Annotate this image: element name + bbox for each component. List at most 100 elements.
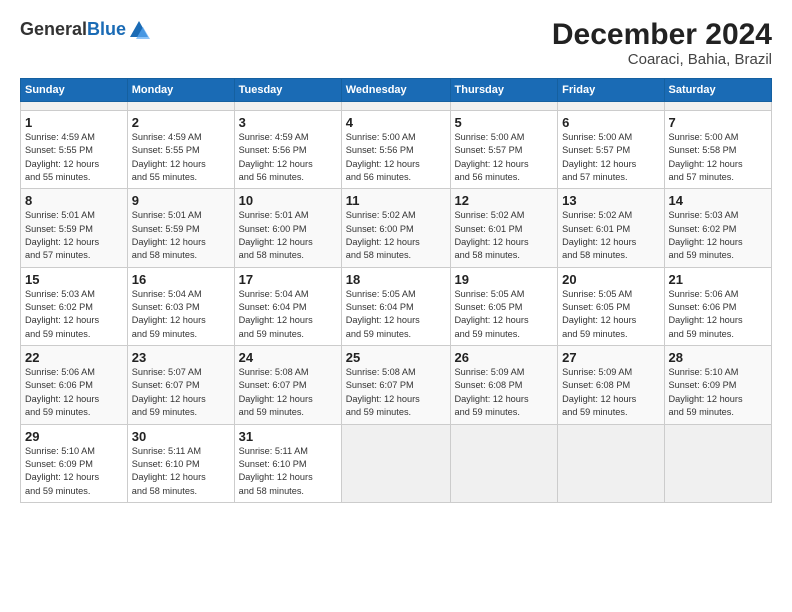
- calendar-week-1: 1 Sunrise: 4:59 AM Sunset: 5:55 PM Daylig…: [21, 111, 772, 189]
- day-number: 17: [239, 272, 337, 287]
- day-info: Sunrise: 5:03 AM Sunset: 6:02 PM Dayligh…: [25, 288, 123, 341]
- table-row: 30Sunrise: 5:11 AM Sunset: 6:10 PM Dayli…: [127, 424, 234, 502]
- day-info: Sunrise: 5:06 AM Sunset: 6:06 PM Dayligh…: [669, 288, 768, 341]
- day-info: Sunrise: 5:10 AM Sunset: 6:09 PM Dayligh…: [669, 366, 768, 419]
- table-row: 24Sunrise: 5:08 AM Sunset: 6:07 PM Dayli…: [234, 346, 341, 424]
- calendar-header-tuesday: Tuesday: [234, 79, 341, 102]
- day-info: Sunrise: 5:00 AM Sunset: 5:58 PM Dayligh…: [669, 131, 768, 184]
- logo-general: GeneralBlue: [20, 18, 126, 41]
- day-number: 21: [669, 272, 768, 287]
- day-number: 31: [239, 429, 337, 444]
- calendar-header-friday: Friday: [558, 79, 664, 102]
- day-number: 11: [346, 193, 446, 208]
- calendar-header-wednesday: Wednesday: [341, 79, 450, 102]
- day-number: 10: [239, 193, 337, 208]
- table-row: [558, 102, 664, 111]
- table-row: 22Sunrise: 5:06 AM Sunset: 6:06 PM Dayli…: [21, 346, 128, 424]
- day-info: Sunrise: 5:01 AM Sunset: 6:00 PM Dayligh…: [239, 209, 337, 262]
- day-number: 2: [132, 115, 230, 130]
- table-row: 18Sunrise: 5:05 AM Sunset: 6:04 PM Dayli…: [341, 267, 450, 345]
- table-row: 4Sunrise: 5:00 AM Sunset: 5:56 PM Daylig…: [341, 111, 450, 189]
- day-number: 23: [132, 350, 230, 365]
- day-info: Sunrise: 5:00 AM Sunset: 5:57 PM Dayligh…: [455, 131, 554, 184]
- day-info: Sunrise: 5:09 AM Sunset: 6:08 PM Dayligh…: [562, 366, 659, 419]
- day-number: 19: [455, 272, 554, 287]
- day-number: 14: [669, 193, 768, 208]
- day-number: 24: [239, 350, 337, 365]
- table-row: 31Sunrise: 5:11 AM Sunset: 6:10 PM Dayli…: [234, 424, 341, 502]
- day-info: Sunrise: 5:07 AM Sunset: 6:07 PM Dayligh…: [132, 366, 230, 419]
- table-row: 11Sunrise: 5:02 AM Sunset: 6:00 PM Dayli…: [341, 189, 450, 267]
- day-number: 8: [25, 193, 123, 208]
- table-row: 7Sunrise: 5:00 AM Sunset: 5:58 PM Daylig…: [664, 111, 772, 189]
- day-number: 30: [132, 429, 230, 444]
- day-number: 7: [669, 115, 768, 130]
- day-number: 26: [455, 350, 554, 365]
- day-number: 29: [25, 429, 123, 444]
- day-number: 6: [562, 115, 659, 130]
- calendar-table: SundayMondayTuesdayWednesdayThursdayFrid…: [20, 78, 772, 503]
- day-number: 4: [346, 115, 446, 130]
- day-info: Sunrise: 5:01 AM Sunset: 5:59 PM Dayligh…: [25, 209, 123, 262]
- day-number: 27: [562, 350, 659, 365]
- table-row: 14Sunrise: 5:03 AM Sunset: 6:02 PM Dayli…: [664, 189, 772, 267]
- table-row: 17Sunrise: 5:04 AM Sunset: 6:04 PM Dayli…: [234, 267, 341, 345]
- table-row: 29Sunrise: 5:10 AM Sunset: 6:09 PM Dayli…: [21, 424, 128, 502]
- calendar-header-monday: Monday: [127, 79, 234, 102]
- table-row: [450, 424, 558, 502]
- day-number: 22: [25, 350, 123, 365]
- day-number: 16: [132, 272, 230, 287]
- day-number: 13: [562, 193, 659, 208]
- day-info: Sunrise: 5:04 AM Sunset: 6:03 PM Dayligh…: [132, 288, 230, 341]
- day-info: Sunrise: 5:08 AM Sunset: 6:07 PM Dayligh…: [346, 366, 446, 419]
- calendar-header-row: SundayMondayTuesdayWednesdayThursdayFrid…: [21, 79, 772, 102]
- day-info: Sunrise: 5:00 AM Sunset: 5:57 PM Dayligh…: [562, 131, 659, 184]
- table-row: 12Sunrise: 5:02 AM Sunset: 6:01 PM Dayli…: [450, 189, 558, 267]
- day-info: Sunrise: 4:59 AM Sunset: 5:55 PM Dayligh…: [132, 131, 230, 184]
- table-row: [558, 424, 664, 502]
- table-row: 1Sunrise: 4:59 AM Sunset: 5:55 PM Daylig…: [21, 111, 128, 189]
- calendar-week-4: 22Sunrise: 5:06 AM Sunset: 6:06 PM Dayli…: [21, 346, 772, 424]
- table-row: 2Sunrise: 4:59 AM Sunset: 5:55 PM Daylig…: [127, 111, 234, 189]
- day-info: Sunrise: 5:00 AM Sunset: 5:56 PM Dayligh…: [346, 131, 446, 184]
- day-number: 20: [562, 272, 659, 287]
- day-info: Sunrise: 4:59 AM Sunset: 5:56 PM Dayligh…: [239, 131, 337, 184]
- day-info: Sunrise: 5:11 AM Sunset: 6:10 PM Dayligh…: [239, 445, 337, 498]
- calendar-week-3: 15Sunrise: 5:03 AM Sunset: 6:02 PM Dayli…: [21, 267, 772, 345]
- table-row: 13Sunrise: 5:02 AM Sunset: 6:01 PM Dayli…: [558, 189, 664, 267]
- table-row: [341, 102, 450, 111]
- table-row: [664, 102, 772, 111]
- day-number: 28: [669, 350, 768, 365]
- calendar-week-2: 8Sunrise: 5:01 AM Sunset: 5:59 PM Daylig…: [21, 189, 772, 267]
- calendar-header-sunday: Sunday: [21, 79, 128, 102]
- table-row: 9Sunrise: 5:01 AM Sunset: 5:59 PM Daylig…: [127, 189, 234, 267]
- day-info: Sunrise: 5:09 AM Sunset: 6:08 PM Dayligh…: [455, 366, 554, 419]
- day-number: 1: [25, 115, 123, 130]
- logo: GeneralBlue: [20, 18, 150, 41]
- table-row: [21, 102, 128, 111]
- day-info: Sunrise: 5:05 AM Sunset: 6:05 PM Dayligh…: [455, 288, 554, 341]
- table-row: 23Sunrise: 5:07 AM Sunset: 6:07 PM Dayli…: [127, 346, 234, 424]
- table-row: [664, 424, 772, 502]
- table-row: 15Sunrise: 5:03 AM Sunset: 6:02 PM Dayli…: [21, 267, 128, 345]
- day-info: Sunrise: 5:06 AM Sunset: 6:06 PM Dayligh…: [25, 366, 123, 419]
- page-subtitle: Coaraci, Bahia, Brazil: [552, 51, 772, 68]
- calendar-header-saturday: Saturday: [664, 79, 772, 102]
- day-info: Sunrise: 5:01 AM Sunset: 5:59 PM Dayligh…: [132, 209, 230, 262]
- header: GeneralBlue December 2024 Coaraci, Bahia…: [20, 18, 772, 68]
- day-number: 12: [455, 193, 554, 208]
- day-info: Sunrise: 5:04 AM Sunset: 6:04 PM Dayligh…: [239, 288, 337, 341]
- table-row: 21Sunrise: 5:06 AM Sunset: 6:06 PM Dayli…: [664, 267, 772, 345]
- day-info: Sunrise: 5:05 AM Sunset: 6:04 PM Dayligh…: [346, 288, 446, 341]
- day-info: Sunrise: 5:11 AM Sunset: 6:10 PM Dayligh…: [132, 445, 230, 498]
- day-info: Sunrise: 5:05 AM Sunset: 6:05 PM Dayligh…: [562, 288, 659, 341]
- table-row: 10Sunrise: 5:01 AM Sunset: 6:00 PM Dayli…: [234, 189, 341, 267]
- table-row: 5Sunrise: 5:00 AM Sunset: 5:57 PM Daylig…: [450, 111, 558, 189]
- page-title: December 2024: [552, 18, 772, 51]
- table-row: 8Sunrise: 5:01 AM Sunset: 5:59 PM Daylig…: [21, 189, 128, 267]
- table-row: [234, 102, 341, 111]
- title-block: December 2024 Coaraci, Bahia, Brazil: [552, 18, 772, 68]
- day-info: Sunrise: 5:02 AM Sunset: 6:01 PM Dayligh…: [562, 209, 659, 262]
- table-row: 27Sunrise: 5:09 AM Sunset: 6:08 PM Dayli…: [558, 346, 664, 424]
- day-number: 5: [455, 115, 554, 130]
